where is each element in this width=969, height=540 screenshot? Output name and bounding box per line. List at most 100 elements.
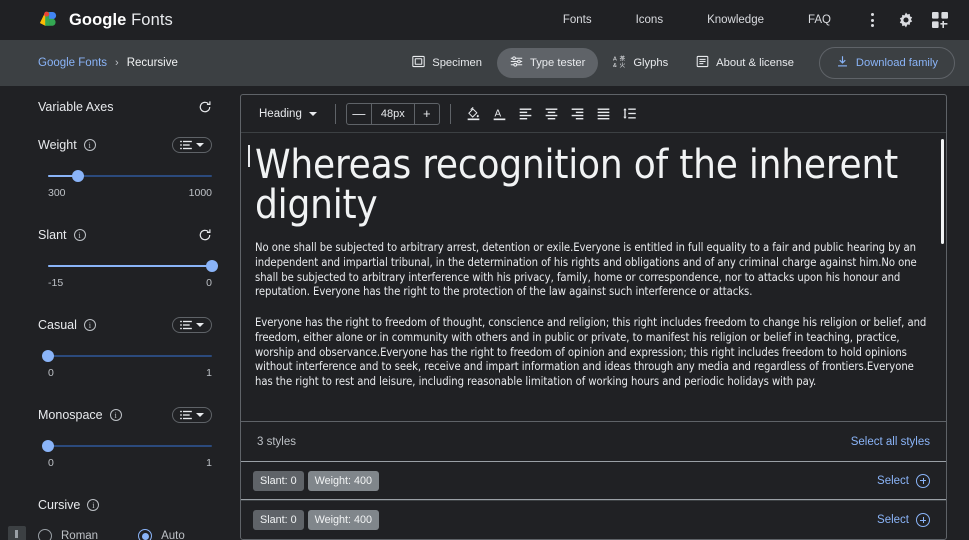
font-size-increase-button[interactable]: + (415, 104, 439, 124)
axis-casual-track (48, 355, 212, 357)
glyphs-icon: A 茶 & 火 (613, 55, 626, 71)
info-icon[interactable]: i (83, 319, 96, 331)
brightness-gear-icon[interactable] (891, 5, 921, 35)
svg-text:火: 火 (620, 62, 626, 68)
axis-slant-max: 0 (206, 277, 212, 289)
nav-link-icons[interactable]: Icons (614, 8, 686, 32)
tab-type-tester[interactable]: Type tester (497, 48, 599, 78)
style-weight-chip: Weight: 400 (307, 510, 380, 530)
axis-weight: Weight i 300 1000 (38, 134, 212, 199)
top-navigation-bar: Google Fonts Fonts Icons Knowledge FAQ (0, 0, 969, 40)
info-icon[interactable]: i (109, 409, 122, 421)
font-size-stepper: — 48px + (345, 102, 440, 125)
download-family-button[interactable]: Download family (818, 47, 955, 79)
axis-casual-max: 1 (206, 367, 212, 379)
axis-monospace-preset-dropdown[interactable] (172, 407, 212, 423)
plus-circle-icon (916, 473, 930, 488)
axis-weight-max: 1000 (188, 187, 212, 199)
type-tester-main: Heading — 48px + A Whereas recognition o… (240, 86, 969, 540)
align-left-icon[interactable] (513, 101, 539, 127)
toolbar-divider (334, 103, 336, 124)
axis-slant-track-fill (48, 265, 212, 267)
tab-about-license[interactable]: About & license (683, 48, 807, 78)
brand-title: Google Fonts (69, 10, 173, 29)
axis-casual-preset-dropdown[interactable] (172, 317, 212, 333)
axis-slant-header: Slant i (38, 224, 212, 246)
select-all-styles-link[interactable]: Select all styles (851, 436, 930, 448)
preview-paragraph-2[interactable]: Everyone has the right to freedom of tho… (255, 316, 930, 390)
sliders-icon (510, 55, 523, 71)
breadcrumb-root-link[interactable]: Google Fonts (38, 57, 107, 69)
axis-slant-thumb[interactable] (206, 260, 218, 272)
align-center-icon[interactable] (539, 101, 565, 127)
text-cursor-caret (248, 145, 250, 167)
sidebar-bottom-handle[interactable] (8, 526, 26, 540)
select-style-button[interactable]: Select (877, 473, 930, 488)
google-fonts-mark-icon (38, 10, 60, 31)
info-icon[interactable]: i (73, 229, 86, 241)
axis-cursive-header: Cursive i (38, 494, 212, 516)
axis-monospace-header: Monospace i (38, 404, 212, 426)
select-style-label: Select (877, 514, 909, 526)
tab-glyphs[interactable]: A 茶 & 火 Glyphs (600, 48, 681, 78)
axis-weight-preset-dropdown[interactable] (172, 137, 212, 153)
preview-scrollbar-thumb[interactable] (941, 139, 944, 244)
more-vert-icon[interactable] (857, 5, 887, 35)
reset-all-axes-refresh-icon[interactable] (198, 100, 212, 114)
google-fonts-logo[interactable]: Google Fonts (38, 10, 173, 31)
info-icon[interactable]: i (83, 139, 96, 151)
nav-link-knowledge[interactable]: Knowledge (685, 8, 786, 32)
table-row[interactable]: Slant: 0 Weight: 400 Select (241, 500, 946, 539)
tab-specimen[interactable]: Specimen (399, 48, 495, 78)
nav-link-faq[interactable]: FAQ (786, 8, 853, 32)
axis-casual-scale: 0 1 (38, 367, 212, 379)
axis-casual-slider[interactable] (38, 349, 212, 363)
breadcrumb: Google Fonts › Recursive (38, 57, 178, 69)
axis-cursive-label: Cursive (38, 498, 81, 512)
svg-text:&: & (613, 63, 617, 68)
axis-weight-label: Weight (38, 138, 77, 152)
axis-monospace-max: 1 (206, 457, 212, 469)
axis-monospace-slider[interactable] (38, 439, 212, 453)
axis-weight-slider[interactable] (38, 169, 212, 183)
table-row[interactable]: Slant: 0 Weight: 400 Select (241, 461, 946, 500)
breadcrumb-separator: › (115, 57, 119, 69)
cursive-option-roman[interactable]: Roman (38, 529, 98, 540)
font-size-input[interactable]: 48px (370, 103, 415, 124)
axis-casual-min: 0 (48, 367, 54, 379)
font-size-decrease-button[interactable]: — (347, 104, 371, 124)
text-style-dropdown[interactable]: Heading (251, 104, 325, 124)
axis-weight-thumb[interactable] (71, 170, 84, 182)
axis-casual-label: Casual (38, 318, 77, 332)
text-color-icon[interactable]: A (487, 101, 513, 127)
fill-color-icon[interactable] (461, 101, 487, 127)
line-height-icon[interactable] (617, 101, 643, 127)
download-family-label: Download family (855, 57, 938, 69)
align-justify-icon[interactable] (591, 101, 617, 127)
axis-weight-label-wrap: Weight i (38, 138, 96, 152)
download-icon (836, 55, 849, 71)
axis-slant-slider[interactable] (38, 259, 218, 273)
sub-navigation-bar: Google Fonts › Recursive Specimen Type t… (0, 40, 969, 86)
plus-circle-icon (916, 513, 930, 527)
preview-heading[interactable]: Whereas recognition of the inherent dign… (255, 145, 930, 225)
tab-type-tester-label: Type tester (530, 57, 586, 69)
info-icon[interactable]: i (87, 499, 100, 511)
align-right-icon[interactable] (565, 101, 591, 127)
axis-slant-reset-refresh-icon[interactable] (198, 228, 212, 242)
axis-slant-scale: -15 0 (38, 277, 212, 289)
select-style-button[interactable]: Select (877, 513, 930, 527)
add-grid-icon[interactable] (925, 5, 955, 35)
select-style-label: Select (877, 474, 909, 487)
nav-links: Fonts Icons Knowledge FAQ (541, 5, 955, 35)
axis-slant-label-wrap: Slant i (38, 228, 86, 242)
nav-link-fonts[interactable]: Fonts (541, 8, 614, 32)
text-style-value: Heading (259, 107, 302, 120)
chevron-down-icon (196, 413, 204, 417)
axis-casual-thumb[interactable] (42, 350, 54, 362)
preview-paragraph-1[interactable]: No one shall be subjected to arbitrary a… (255, 241, 930, 300)
cursive-option-auto[interactable]: Auto (138, 529, 185, 540)
axis-monospace-thumb[interactable] (42, 440, 54, 452)
type-preview-editor[interactable]: Whereas recognition of the inherent dign… (241, 133, 946, 421)
axis-monospace-scale: 0 1 (38, 457, 212, 469)
